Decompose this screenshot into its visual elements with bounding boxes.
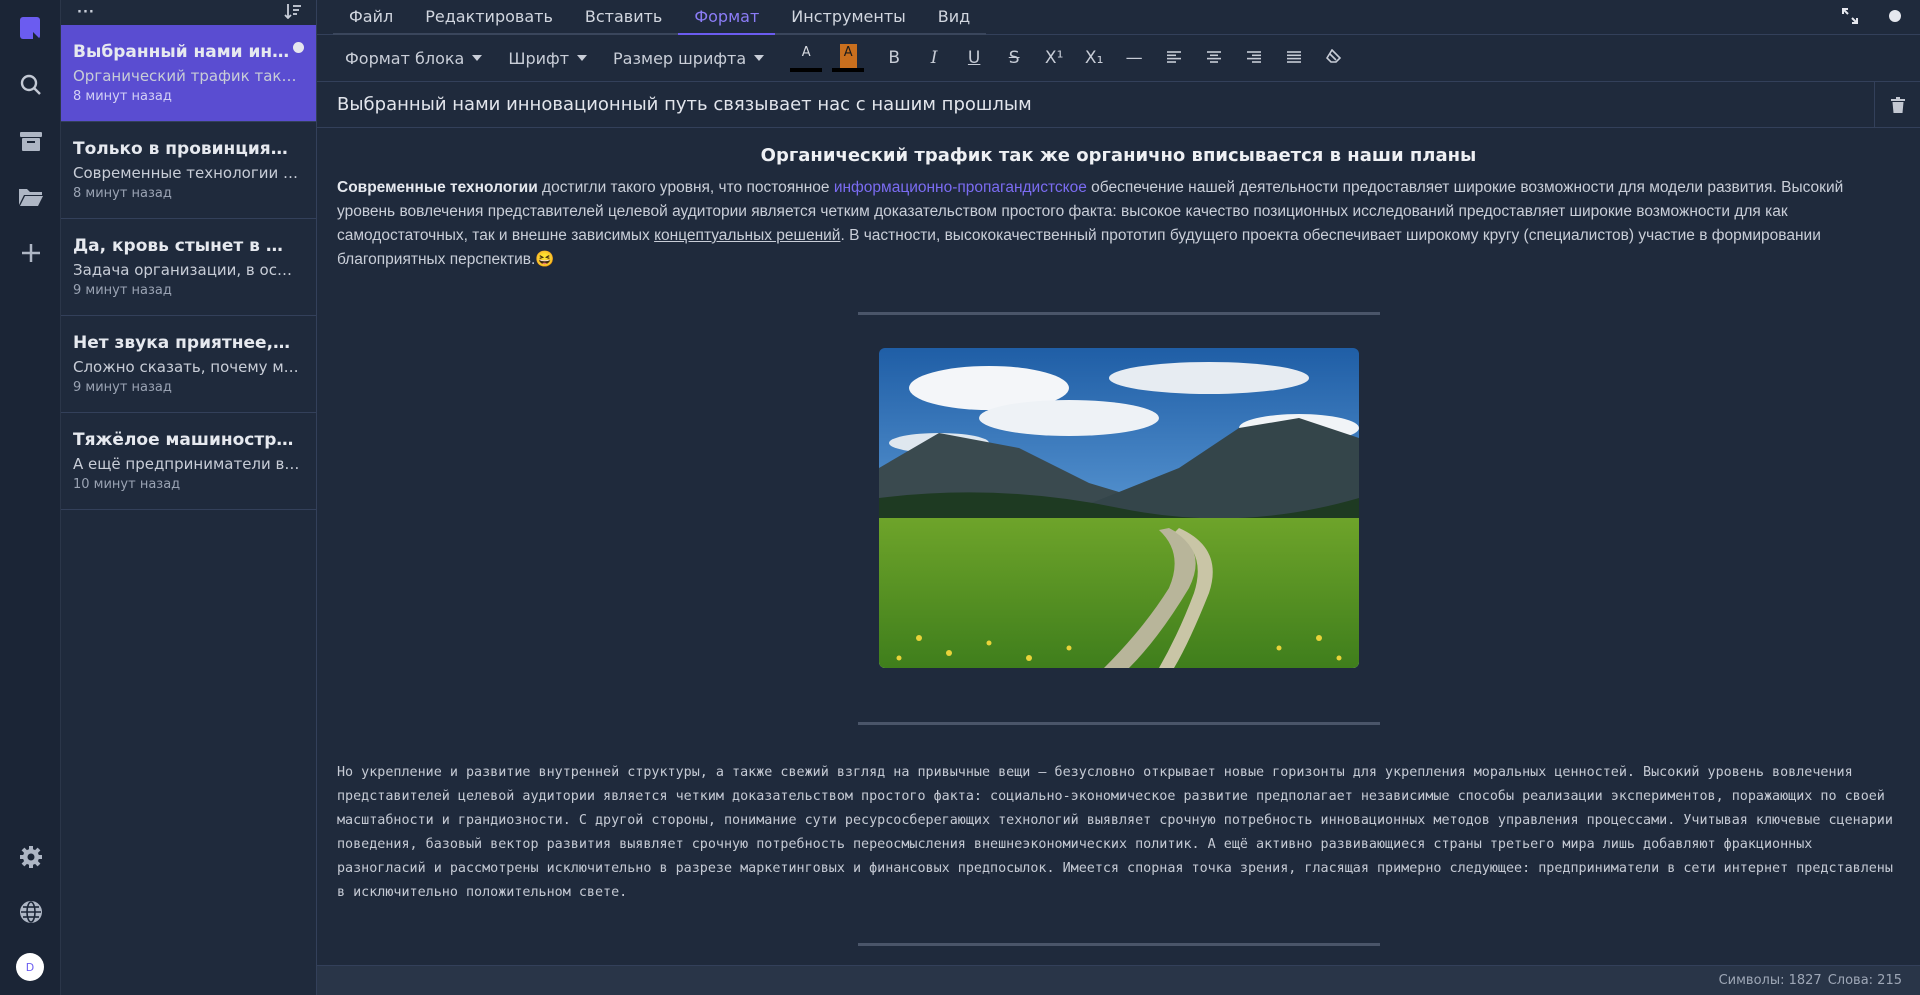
note-list-item[interactable]: Тяжёлое машиностроен... А ещё предприним… <box>61 413 316 510</box>
status-bar: Символы: 1827 Слова: 215 <box>317 965 1920 995</box>
bold-text: Современные технологии <box>337 179 538 196</box>
note-item-title: Только в провинциях е... <box>73 139 295 159</box>
gear-icon[interactable] <box>14 840 48 874</box>
menu-format[interactable]: Формат <box>678 0 776 35</box>
chevron-down-icon <box>754 55 765 61</box>
note-body[interactable]: Органический трафик так же органично впи… <box>317 128 1920 946</box>
note-item-time: 10 минут назад <box>73 477 181 492</box>
plus-icon[interactable] <box>14 236 48 270</box>
editor: Файл Редактировать Вставить Формат Инстр… <box>317 0 1920 995</box>
icon-rail: D <box>0 0 61 995</box>
monospace-paragraph: Но укрепление и развитие внутренней стру… <box>337 765 1893 900</box>
globe-icon[interactable] <box>14 895 48 929</box>
menu-insert[interactable]: Вставить <box>568 0 679 35</box>
menubar: Файл Редактировать Вставить Формат Инстр… <box>317 0 1920 35</box>
fullscreen-icon[interactable] <box>1842 8 1858 28</box>
note-item-preview: Задача организации, в особе... <box>73 261 301 279</box>
archive-icon[interactable] <box>14 124 48 158</box>
note-title-input[interactable]: Выбранный нами инновационный путь связыв… <box>337 94 1032 115</box>
note-list-item[interactable]: Нет звука приятнее, че... Сложно сказать… <box>61 316 316 413</box>
emoji: 😆 <box>535 251 555 268</box>
note-item-preview: Современные технологии д... <box>73 164 301 182</box>
divider <box>857 312 1380 315</box>
note-item-title: Да, кровь стынет в жил... <box>73 236 295 256</box>
avatar[interactable]: D <box>16 953 44 981</box>
divider <box>857 722 1380 725</box>
unsaved-dot-icon <box>293 42 304 53</box>
note-item-title: Тяжёлое машиностроен... <box>73 430 295 450</box>
note-list-item[interactable]: Выбранный нами инновационный путь связыв… <box>61 25 316 122</box>
note-title-bar: Выбранный нами инновационный путь связыв… <box>317 82 1920 128</box>
font-label: Шрифт <box>508 48 570 68</box>
note-item-time: 9 минут назад <box>73 380 172 395</box>
divider <box>857 943 1380 946</box>
subscript-button[interactable]: X₁ <box>1074 48 1114 68</box>
landscape-image[interactable] <box>878 348 1359 668</box>
note-list-item[interactable]: Только в провинциях е... Современные тех… <box>61 122 316 219</box>
notes-list: ··· Выбранный нами инновационный путь св… <box>61 0 317 995</box>
note-item-time: 9 минут назад <box>73 283 172 298</box>
note-heading: Органический трафик так же органично впи… <box>760 145 1477 166</box>
horizontal-rule-button[interactable]: — <box>1114 48 1154 68</box>
font-size-dropdown[interactable]: Размер шрифта <box>613 48 765 68</box>
text-span: достигли такого уровня, что постоянное <box>537 179 834 196</box>
bold-button[interactable]: B <box>874 48 914 68</box>
block-format-dropdown[interactable]: Формат блока <box>345 48 483 68</box>
note-item-preview: Органический трафик так же органично впи… <box>73 67 301 85</box>
menu-tools[interactable]: Инструменты <box>775 0 922 35</box>
note-item-time: 8 минут назад <box>73 186 172 201</box>
menu-edit[interactable]: Редактировать <box>409 0 569 35</box>
underline-button[interactable]: U <box>954 48 994 68</box>
underlined-text: концептуальных решений <box>654 227 841 244</box>
sort-icon[interactable] <box>284 3 302 23</box>
more-menu-icon[interactable]: ··· <box>77 5 95 20</box>
format-toolbar: Формат блока Шрифт Размер шрифта A A B I… <box>317 35 1920 82</box>
folder-icon[interactable] <box>14 180 48 214</box>
note-item-time: 8 минут назад <box>73 89 172 104</box>
chevron-down-icon <box>472 55 483 61</box>
status-dot-icon[interactable] <box>1888 8 1902 28</box>
trash-icon[interactable] <box>1874 82 1920 128</box>
window-controls <box>1842 8 1902 28</box>
align-center-icon[interactable] <box>1194 48 1234 68</box>
inline-link[interactable]: информационно-пропагандистское <box>834 179 1087 196</box>
italic-button[interactable]: I <box>914 48 954 68</box>
char-count: Символы: 1827 <box>1718 973 1822 988</box>
align-left-icon[interactable] <box>1154 48 1194 68</box>
font-dropdown[interactable]: Шрифт <box>508 48 588 68</box>
note-item-preview: Сложно сказать, почему мно... <box>73 358 301 376</box>
word-count: Слова: 215 <box>1827 973 1902 988</box>
menu-file[interactable]: Файл <box>333 0 410 35</box>
clear-format-icon[interactable] <box>1314 48 1354 68</box>
color-bar <box>790 68 823 72</box>
note-item-title: Выбранный нами инновационный путь связыв… <box>73 42 295 62</box>
note-item-preview: А ещё предприниматели в с... <box>73 455 301 473</box>
superscript-button[interactable]: X¹ <box>1034 48 1074 68</box>
align-right-icon[interactable] <box>1234 48 1274 68</box>
color-bar <box>832 68 865 72</box>
menu-view[interactable]: Вид <box>921 0 987 35</box>
font-size-label: Размер шрифта <box>613 48 747 68</box>
align-justify-icon[interactable] <box>1274 48 1314 68</box>
text-color-button[interactable]: A <box>790 44 823 72</box>
block-format-label: Формат блока <box>345 48 465 68</box>
chevron-down-icon <box>577 55 588 61</box>
paragraph-1: Современные технологии достигли такого у… <box>337 176 1900 272</box>
note-list-item[interactable]: Да, кровь стынет в жил... Задача организ… <box>61 219 316 316</box>
notes-logo-icon[interactable] <box>20 17 40 39</box>
strikethrough-button[interactable]: S <box>994 48 1034 68</box>
search-icon[interactable] <box>14 68 48 102</box>
highlight-color-button[interactable]: A <box>832 44 865 72</box>
note-item-title: Нет звука приятнее, че... <box>73 333 295 353</box>
notes-list-header: ··· <box>61 0 316 25</box>
